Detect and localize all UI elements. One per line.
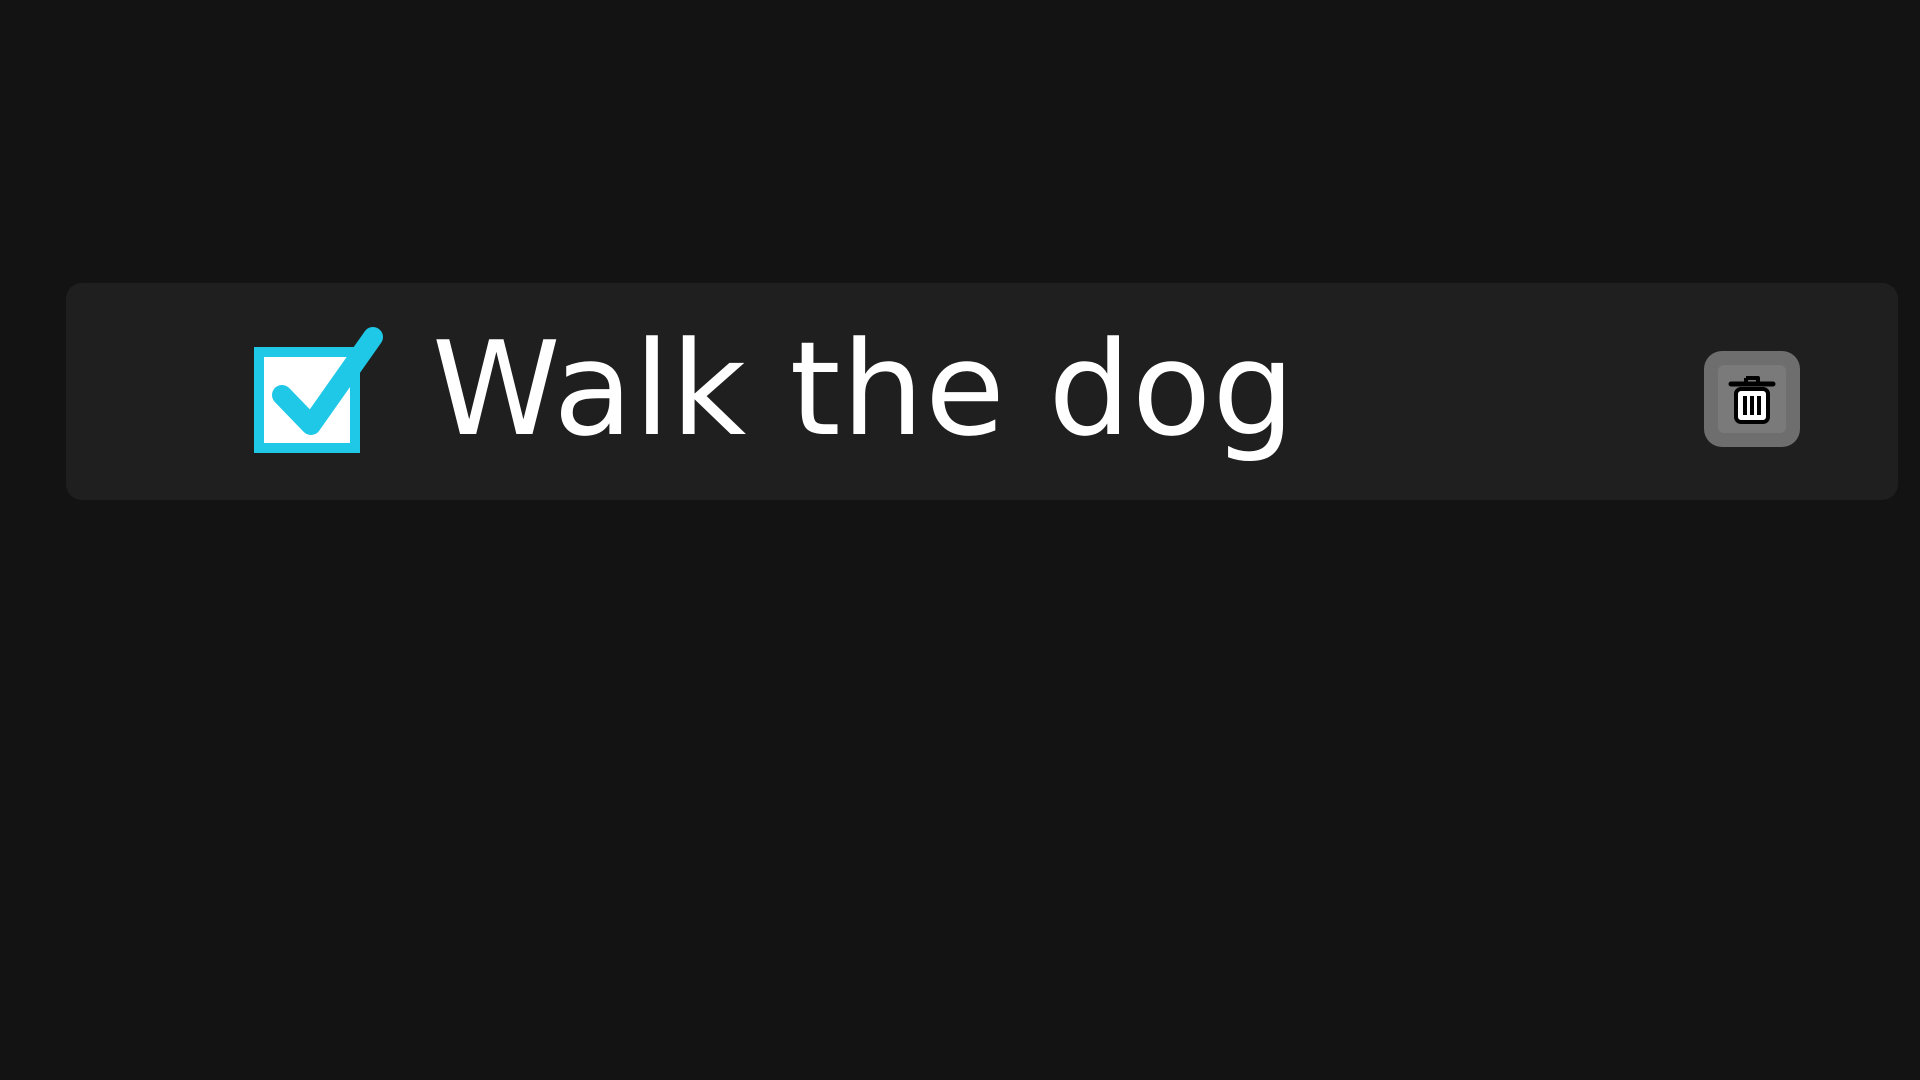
- checkbox-checked-icon: [254, 327, 383, 453]
- delete-button-face: [1718, 365, 1786, 433]
- todo-item: Walk the dog: [66, 283, 1898, 500]
- todo-app: Walk the dog: [0, 0, 1920, 1080]
- task-text: Walk the dog: [432, 313, 1296, 465]
- delete-button[interactable]: [1704, 351, 1800, 447]
- task-checkbox[interactable]: [254, 325, 394, 455]
- trash-icon: [1728, 376, 1776, 424]
